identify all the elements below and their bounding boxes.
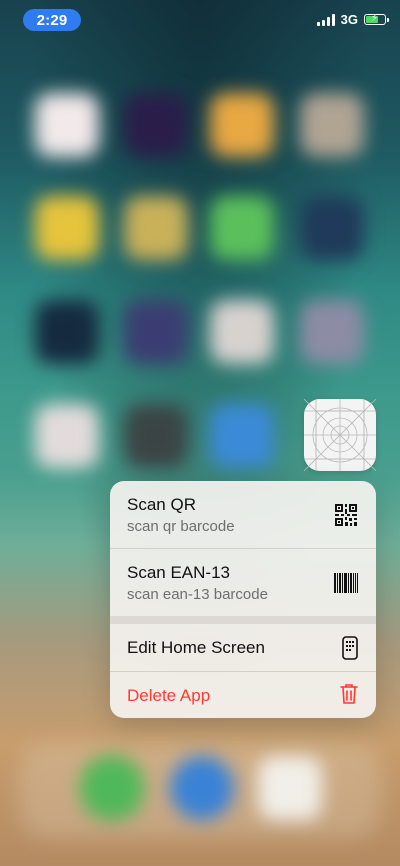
menu-item-title: Delete App	[127, 686, 211, 705]
menu-item-subtitle: scan ean-13 barcode	[127, 586, 268, 603]
barcode-icon	[334, 573, 358, 598]
quick-actions-menu: Scan QR scan qr barcode Scan EAN-13 scan…	[110, 481, 376, 718]
qr-code-icon	[334, 503, 358, 532]
signal-strength-icon	[316, 13, 335, 26]
menu-item-delete-app[interactable]: Delete App	[110, 672, 376, 718]
menu-item-subtitle: scan qr barcode	[127, 518, 235, 535]
menu-item-title: Scan EAN-13	[127, 563, 230, 582]
app-icon[interactable]	[304, 399, 376, 471]
status-time[interactable]: 2:29	[23, 9, 81, 31]
network-type: 3G	[340, 12, 358, 27]
menu-item-scan-ean13[interactable]: Scan EAN-13 scan ean-13 barcode	[110, 549, 376, 616]
placeholder-app-icon	[304, 399, 376, 471]
menu-item-title: Scan QR	[127, 495, 196, 514]
menu-section-separator	[110, 616, 376, 624]
menu-item-scan-qr[interactable]: Scan QR scan qr barcode	[110, 481, 376, 548]
phone-apps-icon	[342, 636, 358, 665]
menu-item-title: Edit Home Screen	[127, 638, 265, 657]
status-bar-right: 3G ⚡	[316, 12, 389, 27]
menu-item-edit-home-screen[interactable]: Edit Home Screen	[110, 624, 376, 671]
battery-icon: ⚡	[364, 13, 389, 25]
trash-icon	[340, 683, 358, 710]
